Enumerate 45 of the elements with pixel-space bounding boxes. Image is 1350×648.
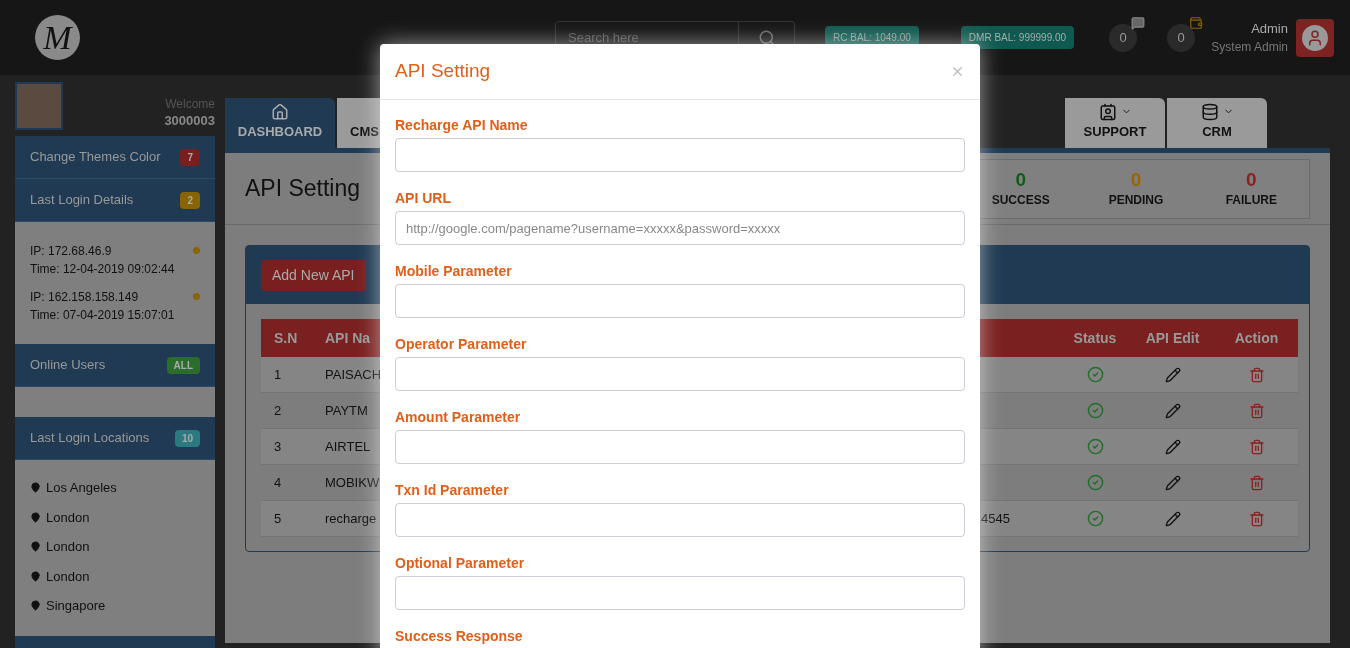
panel-title: Last Login Locations	[30, 429, 150, 448]
column-header: Action	[1215, 319, 1298, 357]
page-title: API Setting	[245, 174, 361, 204]
field-label: Txn Id Parameter	[395, 481, 510, 499]
panel-title: Last Login Details	[30, 191, 134, 210]
field-label: Recharge API Name	[395, 116, 529, 134]
logo: M	[35, 15, 80, 60]
modal-title: API Setting	[395, 59, 491, 84]
column-header: S.N	[261, 319, 315, 357]
field-label: Operator Parameter	[395, 335, 528, 353]
stat-value: 0	[1015, 168, 1026, 191]
panel-title: Change Themes Color	[30, 148, 161, 167]
count-badge: 10	[174, 429, 200, 447]
stat-value: 0	[1246, 168, 1257, 191]
location-name: Los Angeles	[46, 479, 117, 497]
location-name: London	[46, 567, 90, 586]
login-ip: IP: 162.158.158.149	[30, 289, 140, 306]
field-label: Mobile Parameter	[395, 262, 513, 280]
column-header: Status	[1060, 319, 1130, 357]
count-badge: 7	[180, 148, 200, 166]
stat-value: 0	[1130, 168, 1142, 191]
count-badge: 2	[180, 191, 200, 209]
table-cell: 3	[261, 429, 315, 465]
login-time: Time: 12-04-2019 09:02:44	[30, 261, 175, 278]
field-label: Optional Parameter	[395, 554, 526, 572]
login-ip: IP: 172.68.46.9	[30, 243, 113, 260]
field-label: Amount Parameter	[395, 408, 522, 426]
user-role: System Admin	[1211, 39, 1288, 57]
location-name: Singapore	[46, 597, 106, 615]
column-header: API Edit	[1130, 319, 1215, 357]
location-name: London	[46, 538, 90, 556]
stat-label: FAILURE	[1225, 191, 1277, 209]
user-name: Admin	[1251, 19, 1288, 38]
panel-title: Online Users	[30, 356, 106, 375]
table-cell: 5	[261, 501, 315, 537]
location-name: London	[46, 508, 90, 527]
login-time: Time: 07-04-2019 15:07:01	[30, 307, 175, 324]
field-label: Success Response	[395, 627, 524, 645]
field-label: API URL	[395, 189, 452, 207]
balance-label: DMR BAL: 999999.00	[960, 26, 1075, 49]
stat-label: PENDING	[1108, 191, 1164, 209]
count-badge: ALL	[166, 356, 200, 374]
user-id: 3000003	[164, 112, 215, 130]
stat-label: SUCCESS	[991, 191, 1050, 209]
table-cell: 1	[261, 357, 315, 393]
